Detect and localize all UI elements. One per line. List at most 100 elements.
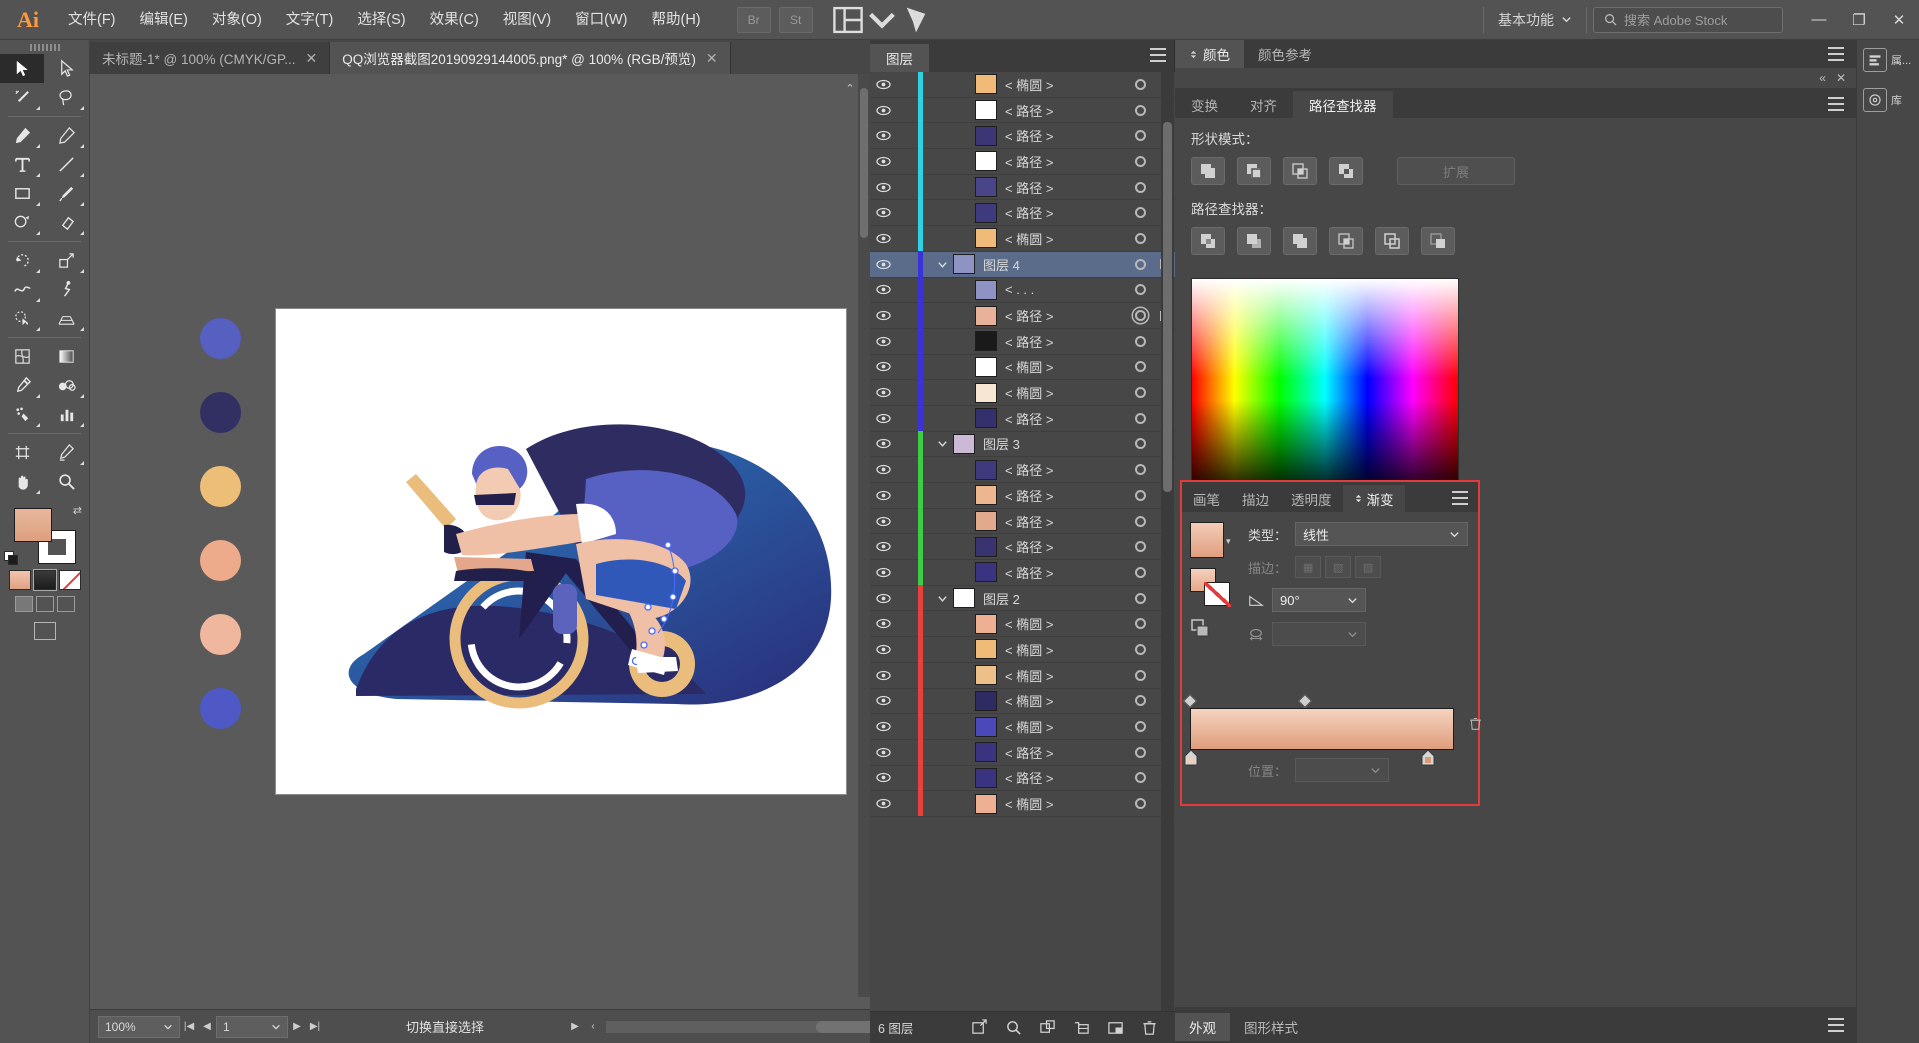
arrange-documents-icon[interactable]: [831, 3, 865, 37]
gradient-midpoint-left-icon[interactable]: [1182, 693, 1198, 709]
previous-artboard-button[interactable]: ◀: [198, 1016, 216, 1038]
perspective-grid-tool[interactable]: [44, 304, 88, 333]
visibility-toggle-icon[interactable]: [870, 259, 896, 270]
layer-item-row[interactable]: < 椭圆 >: [870, 72, 1175, 98]
target-indicator[interactable]: [1125, 130, 1155, 142]
layer-item-row[interactable]: < 路径 >: [870, 533, 1175, 561]
toolbar-grip[interactable]: [0, 40, 89, 54]
gradient-stroke-box[interactable]: [1204, 582, 1231, 607]
target-indicator[interactable]: [1125, 284, 1155, 296]
scroll-left-button[interactable]: ‹: [584, 1016, 602, 1038]
layer-item-row[interactable]: < 路径 >: [870, 739, 1175, 766]
layer-name[interactable]: < 路径 >: [1005, 743, 1125, 762]
layer-item-row[interactable]: < 椭圆 >: [870, 662, 1175, 689]
stroke-across-icon[interactable]: ▨: [1355, 556, 1382, 578]
layer-name[interactable]: 图层 4: [983, 255, 1125, 274]
layer-name[interactable]: < 路径 >: [1005, 306, 1125, 325]
zoom-tool[interactable]: [44, 467, 88, 496]
expand-button[interactable]: 扩展: [1397, 157, 1515, 185]
visibility-toggle-icon[interactable]: [870, 644, 896, 655]
line-segment-tool[interactable]: [44, 150, 88, 179]
visibility-toggle-icon[interactable]: [870, 336, 896, 347]
visibility-toggle-icon[interactable]: [870, 156, 896, 167]
layer-item-row[interactable]: < 椭圆 >: [870, 379, 1175, 406]
target-indicator[interactable]: [1125, 464, 1155, 476]
dock-item-properties[interactable]: 属...: [1857, 40, 1919, 80]
gradient-angle-select[interactable]: 90°: [1272, 588, 1366, 612]
stroke-within-icon[interactable]: ▦: [1295, 556, 1322, 578]
layer-name[interactable]: < 路径 >: [1005, 203, 1125, 222]
trim-icon[interactable]: [1237, 227, 1271, 255]
reverse-gradient-icon[interactable]: [1190, 618, 1214, 640]
divide-icon[interactable]: [1191, 227, 1225, 255]
restore-button[interactable]: ❐: [1839, 0, 1879, 40]
status-menu-button[interactable]: ▶: [566, 1016, 584, 1038]
symbol-sprayer-tool[interactable]: [0, 400, 44, 429]
rotate-tool[interactable]: [0, 246, 44, 275]
layer-item-row[interactable]: < 路径 >: [870, 199, 1175, 227]
layer-item-row[interactable]: < 椭圆 >: [870, 713, 1175, 740]
layer-name[interactable]: < 椭圆 >: [1005, 75, 1125, 94]
draw-behind-button[interactable]: [35, 596, 54, 612]
target-indicator[interactable]: [1125, 695, 1155, 707]
layer-name[interactable]: < 路径 >: [1005, 152, 1125, 171]
stock-button[interactable]: St: [778, 6, 813, 33]
pen-tool[interactable]: [0, 121, 44, 150]
target-indicator[interactable]: [1125, 335, 1155, 347]
layer-name[interactable]: < 路径 >: [1005, 178, 1125, 197]
disclosure-chevron-icon[interactable]: [931, 259, 953, 270]
visibility-toggle-icon[interactable]: [870, 79, 896, 90]
minimize-button[interactable]: —: [1799, 0, 1839, 40]
target-indicator[interactable]: [1125, 361, 1155, 373]
target-indicator[interactable]: [1125, 798, 1155, 810]
layer-name[interactable]: < 路径 >: [1005, 563, 1125, 582]
target-indicator[interactable]: [1125, 721, 1155, 733]
target-indicator[interactable]: [1125, 643, 1155, 655]
layer-rows-container[interactable]: < 椭圆 > < 路径 > < 路径 > < 路径 > < 路径 > < 路径 > < 椭圆…: [870, 72, 1175, 1011]
layer-name[interactable]: < 路径 >: [1005, 332, 1125, 351]
gradient-stop-start[interactable]: [1184, 749, 1198, 766]
close-icon[interactable]: ✕: [706, 50, 718, 67]
intersect-icon[interactable]: [1283, 157, 1317, 185]
layer-item-row[interactable]: < 路径 >: [870, 122, 1175, 150]
magic-wand-tool[interactable]: [0, 83, 44, 112]
target-indicator[interactable]: [1125, 232, 1155, 244]
layer-item-row[interactable]: < 椭圆 >: [870, 610, 1175, 638]
tab-color[interactable]: 颜色: [1175, 40, 1244, 68]
exclude-icon[interactable]: [1329, 157, 1363, 185]
bridge-button[interactable]: Br: [736, 6, 771, 33]
mesh-tool[interactable]: [0, 342, 44, 371]
blend-tool[interactable]: [44, 371, 88, 400]
width-tool[interactable]: [0, 275, 44, 304]
artboard-number-control[interactable]: 1: [216, 1015, 288, 1038]
tab-layers[interactable]: 图层: [870, 44, 929, 72]
target-indicator[interactable]: [1125, 207, 1155, 219]
fill-swatch[interactable]: [14, 508, 52, 542]
tab-pathfinder[interactable]: 路径查找器: [1293, 91, 1393, 118]
layer-name[interactable]: < 路径 >: [1005, 768, 1125, 787]
delete-gradient-stop-icon[interactable]: [1468, 716, 1483, 735]
tab-graphic-styles[interactable]: 图形样式: [1230, 1013, 1312, 1041]
layer-group-row[interactable]: 图层 4: [870, 251, 1175, 278]
home-screen-icon[interactable]: [899, 3, 933, 37]
shape-builder-tool[interactable]: [0, 304, 44, 333]
canvas-swatch-1[interactable]: [200, 318, 241, 359]
gradient-ramp[interactable]: [1190, 708, 1454, 750]
layer-name[interactable]: < 路径 >: [1005, 486, 1125, 505]
tab-gradient[interactable]: 渐变: [1342, 485, 1405, 512]
visibility-toggle-icon[interactable]: [870, 798, 896, 809]
menu-help[interactable]: 帮助(H): [639, 0, 712, 40]
tab-transparency[interactable]: 透明度: [1280, 485, 1343, 512]
outline-icon[interactable]: [1375, 227, 1409, 255]
column-graph-tool[interactable]: [44, 400, 88, 429]
close-button[interactable]: ✕: [1879, 0, 1919, 40]
appearance-panel-menu-icon[interactable]: [1828, 1018, 1844, 1032]
disclosure-chevron-icon[interactable]: [931, 438, 953, 449]
visibility-toggle-icon[interactable]: [870, 618, 896, 629]
direct-selection-tool[interactable]: [44, 54, 88, 83]
target-indicator[interactable]: [1125, 566, 1155, 578]
target-indicator[interactable]: [1125, 412, 1155, 424]
visibility-toggle-icon[interactable]: [870, 516, 896, 527]
hand-tool[interactable]: [0, 467, 44, 496]
lasso-tool[interactable]: [44, 83, 88, 112]
